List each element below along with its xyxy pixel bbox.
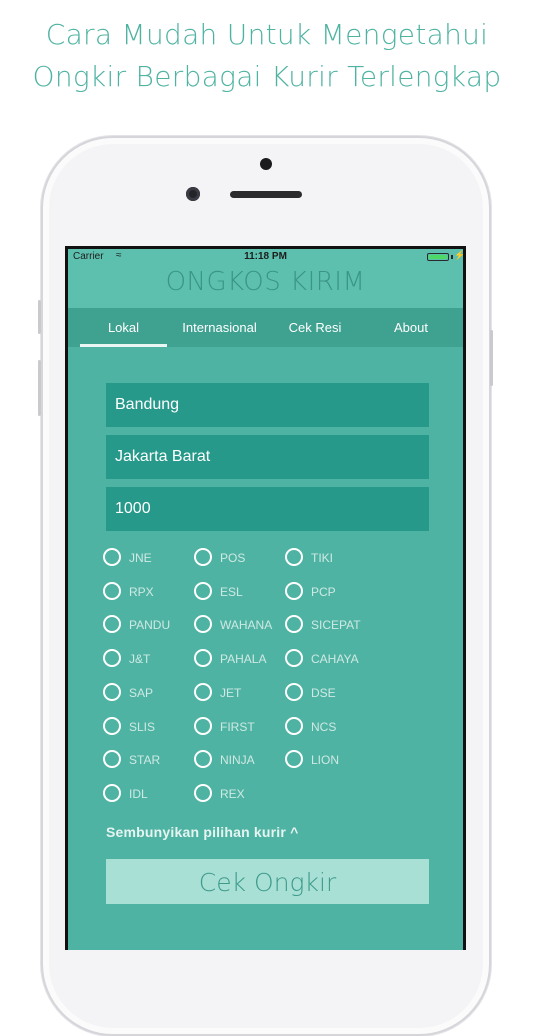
radio-circle-icon[interactable] xyxy=(103,716,121,735)
courier-label: JET xyxy=(220,685,242,700)
courier-option[interactable]: CAHAYA xyxy=(285,649,373,671)
courier-label: J&T xyxy=(129,652,151,667)
courier-label: CAHAYA xyxy=(311,652,359,667)
courier-option[interactable]: PANDU xyxy=(103,615,191,637)
radio-circle-icon[interactable] xyxy=(194,548,212,566)
radio-circle-icon[interactable] xyxy=(103,649,121,668)
battery-tip xyxy=(451,255,453,259)
radio-circle-icon[interactable] xyxy=(194,615,212,634)
radio-circle-icon[interactable] xyxy=(285,548,303,566)
courier-option[interactable]: LION xyxy=(285,750,373,772)
charging-icon: ⚡ xyxy=(454,250,463,260)
courier-option[interactable]: PCP xyxy=(285,581,373,604)
hide-courier-toggle[interactable]: Sembunyikan pilihan kurir ^ xyxy=(106,824,299,840)
courier-option[interactable]: DSE xyxy=(285,682,373,705)
courier-label: WAHANA xyxy=(220,618,273,633)
tab-internasional[interactable]: Internasional xyxy=(172,308,267,347)
radio-circle-icon[interactable] xyxy=(194,682,212,701)
radio-circle-icon[interactable] xyxy=(194,581,212,600)
promo-headline: Cara Mudah Untuk Mengetahui Ongkir Berba… xyxy=(0,14,534,98)
radio-circle-icon[interactable] xyxy=(194,716,212,735)
radio-circle-icon[interactable] xyxy=(194,649,212,668)
battery-icon xyxy=(427,253,449,261)
courier-label: SLIS xyxy=(129,719,156,734)
status-time: 11:18 PM xyxy=(244,251,287,262)
radio-circle-icon[interactable] xyxy=(103,682,121,701)
radio-circle-icon[interactable] xyxy=(285,716,303,735)
radio-circle-icon[interactable] xyxy=(194,750,212,769)
courier-option[interactable]: JET xyxy=(194,682,282,705)
courier-option[interactable]: RPX xyxy=(103,581,191,604)
courier-option[interactable]: PAHALA xyxy=(194,649,282,671)
courier-label: FIRST xyxy=(220,719,255,734)
courier-label: SICEPAT xyxy=(311,618,361,633)
phone-sensor-dot xyxy=(260,158,272,170)
cek-ongkir-button[interactable]: Cek Ongkir xyxy=(106,859,429,904)
courier-option[interactable]: IDL xyxy=(103,783,191,806)
app-title: ONGKOS KIRIM xyxy=(165,267,366,297)
radio-circle-icon[interactable] xyxy=(285,581,303,600)
courier-label: NCS xyxy=(311,719,337,734)
radio-circle-icon[interactable] xyxy=(285,750,303,769)
radio-circle-icon[interactable] xyxy=(194,783,212,802)
tab-lokal[interactable]: Lokal xyxy=(80,308,167,347)
courier-option[interactable]: FIRST xyxy=(194,716,282,739)
app-screen: Carrier ≈ 11:18 PM ⚡ ONGKOS KIRIM Lokal … xyxy=(68,249,463,950)
courier-option[interactable]: SAP xyxy=(103,682,191,705)
earpiece-speaker xyxy=(230,191,302,198)
front-camera xyxy=(186,187,200,201)
courier-label: DSE xyxy=(311,685,336,700)
radio-circle-icon[interactable] xyxy=(103,750,121,769)
courier-option[interactable]: SLIS xyxy=(103,716,191,739)
courier-option[interactable]: REX xyxy=(194,783,282,806)
tab-cek-resi[interactable]: Cek Resi xyxy=(273,308,357,347)
status-bar: Carrier ≈ 11:18 PM ⚡ xyxy=(68,249,463,265)
courier-label: STAR xyxy=(129,753,161,768)
tab-about[interactable]: About xyxy=(368,308,454,347)
courier-option[interactable]: WAHANA xyxy=(194,615,282,637)
courier-option[interactable]: NCS xyxy=(285,716,373,739)
courier-option[interactable]: STAR xyxy=(103,750,191,772)
courier-option[interactable]: NINJA xyxy=(194,750,282,772)
courier-label: NINJA xyxy=(220,753,255,768)
phone-side-button xyxy=(38,300,41,334)
courier-label: POS xyxy=(220,551,246,565)
courier-option[interactable]: JNE xyxy=(103,548,191,570)
courier-label: ESL xyxy=(220,584,243,599)
courier-label: RPX xyxy=(129,584,154,599)
courier-label: SAP xyxy=(129,685,154,700)
radio-circle-icon[interactable] xyxy=(285,682,303,701)
courier-label: PANDU xyxy=(129,618,171,633)
app-header: Carrier ≈ 11:18 PM ⚡ ONGKOS KIRIM xyxy=(68,249,463,308)
phone-volume-button xyxy=(38,360,41,416)
courier-option[interactable]: TIKI xyxy=(285,548,373,570)
radio-circle-icon[interactable] xyxy=(103,615,121,634)
destination-input[interactable] xyxy=(106,435,429,479)
tab-bar: Lokal Internasional Cek Resi About xyxy=(68,308,463,347)
courier-label: LION xyxy=(311,753,340,768)
courier-option[interactable]: POS xyxy=(194,548,282,570)
tab-selected-indicator xyxy=(80,344,167,347)
courier-label: IDL xyxy=(129,786,148,801)
radio-circle-icon[interactable] xyxy=(285,649,303,668)
courier-option[interactable]: J&T xyxy=(103,649,191,671)
headline-line-1: Cara Mudah Untuk Mengetahui xyxy=(45,18,489,51)
radio-circle-icon[interactable] xyxy=(103,548,121,566)
radio-circle-icon[interactable] xyxy=(285,615,303,634)
radio-circle-icon[interactable] xyxy=(103,581,121,600)
courier-label: REX xyxy=(220,786,245,801)
phone-power-button xyxy=(490,330,493,386)
radio-circle-icon[interactable] xyxy=(103,783,121,802)
courier-option[interactable]: ESL xyxy=(194,581,282,604)
courier-label: TIKI xyxy=(311,551,334,565)
weight-input[interactable] xyxy=(106,487,429,531)
courier-label: PCP xyxy=(311,584,336,599)
courier-label: PAHALA xyxy=(220,652,267,667)
headline-line-2: Ongkir Berbagai Kurir Terlengkap xyxy=(32,60,502,93)
courier-label: JNE xyxy=(129,551,152,565)
courier-option[interactable]: SICEPAT xyxy=(285,615,373,637)
phone-screen: Carrier ≈ 11:18 PM ⚡ ONGKOS KIRIM Lokal … xyxy=(65,246,466,950)
origin-input[interactable] xyxy=(106,383,429,427)
